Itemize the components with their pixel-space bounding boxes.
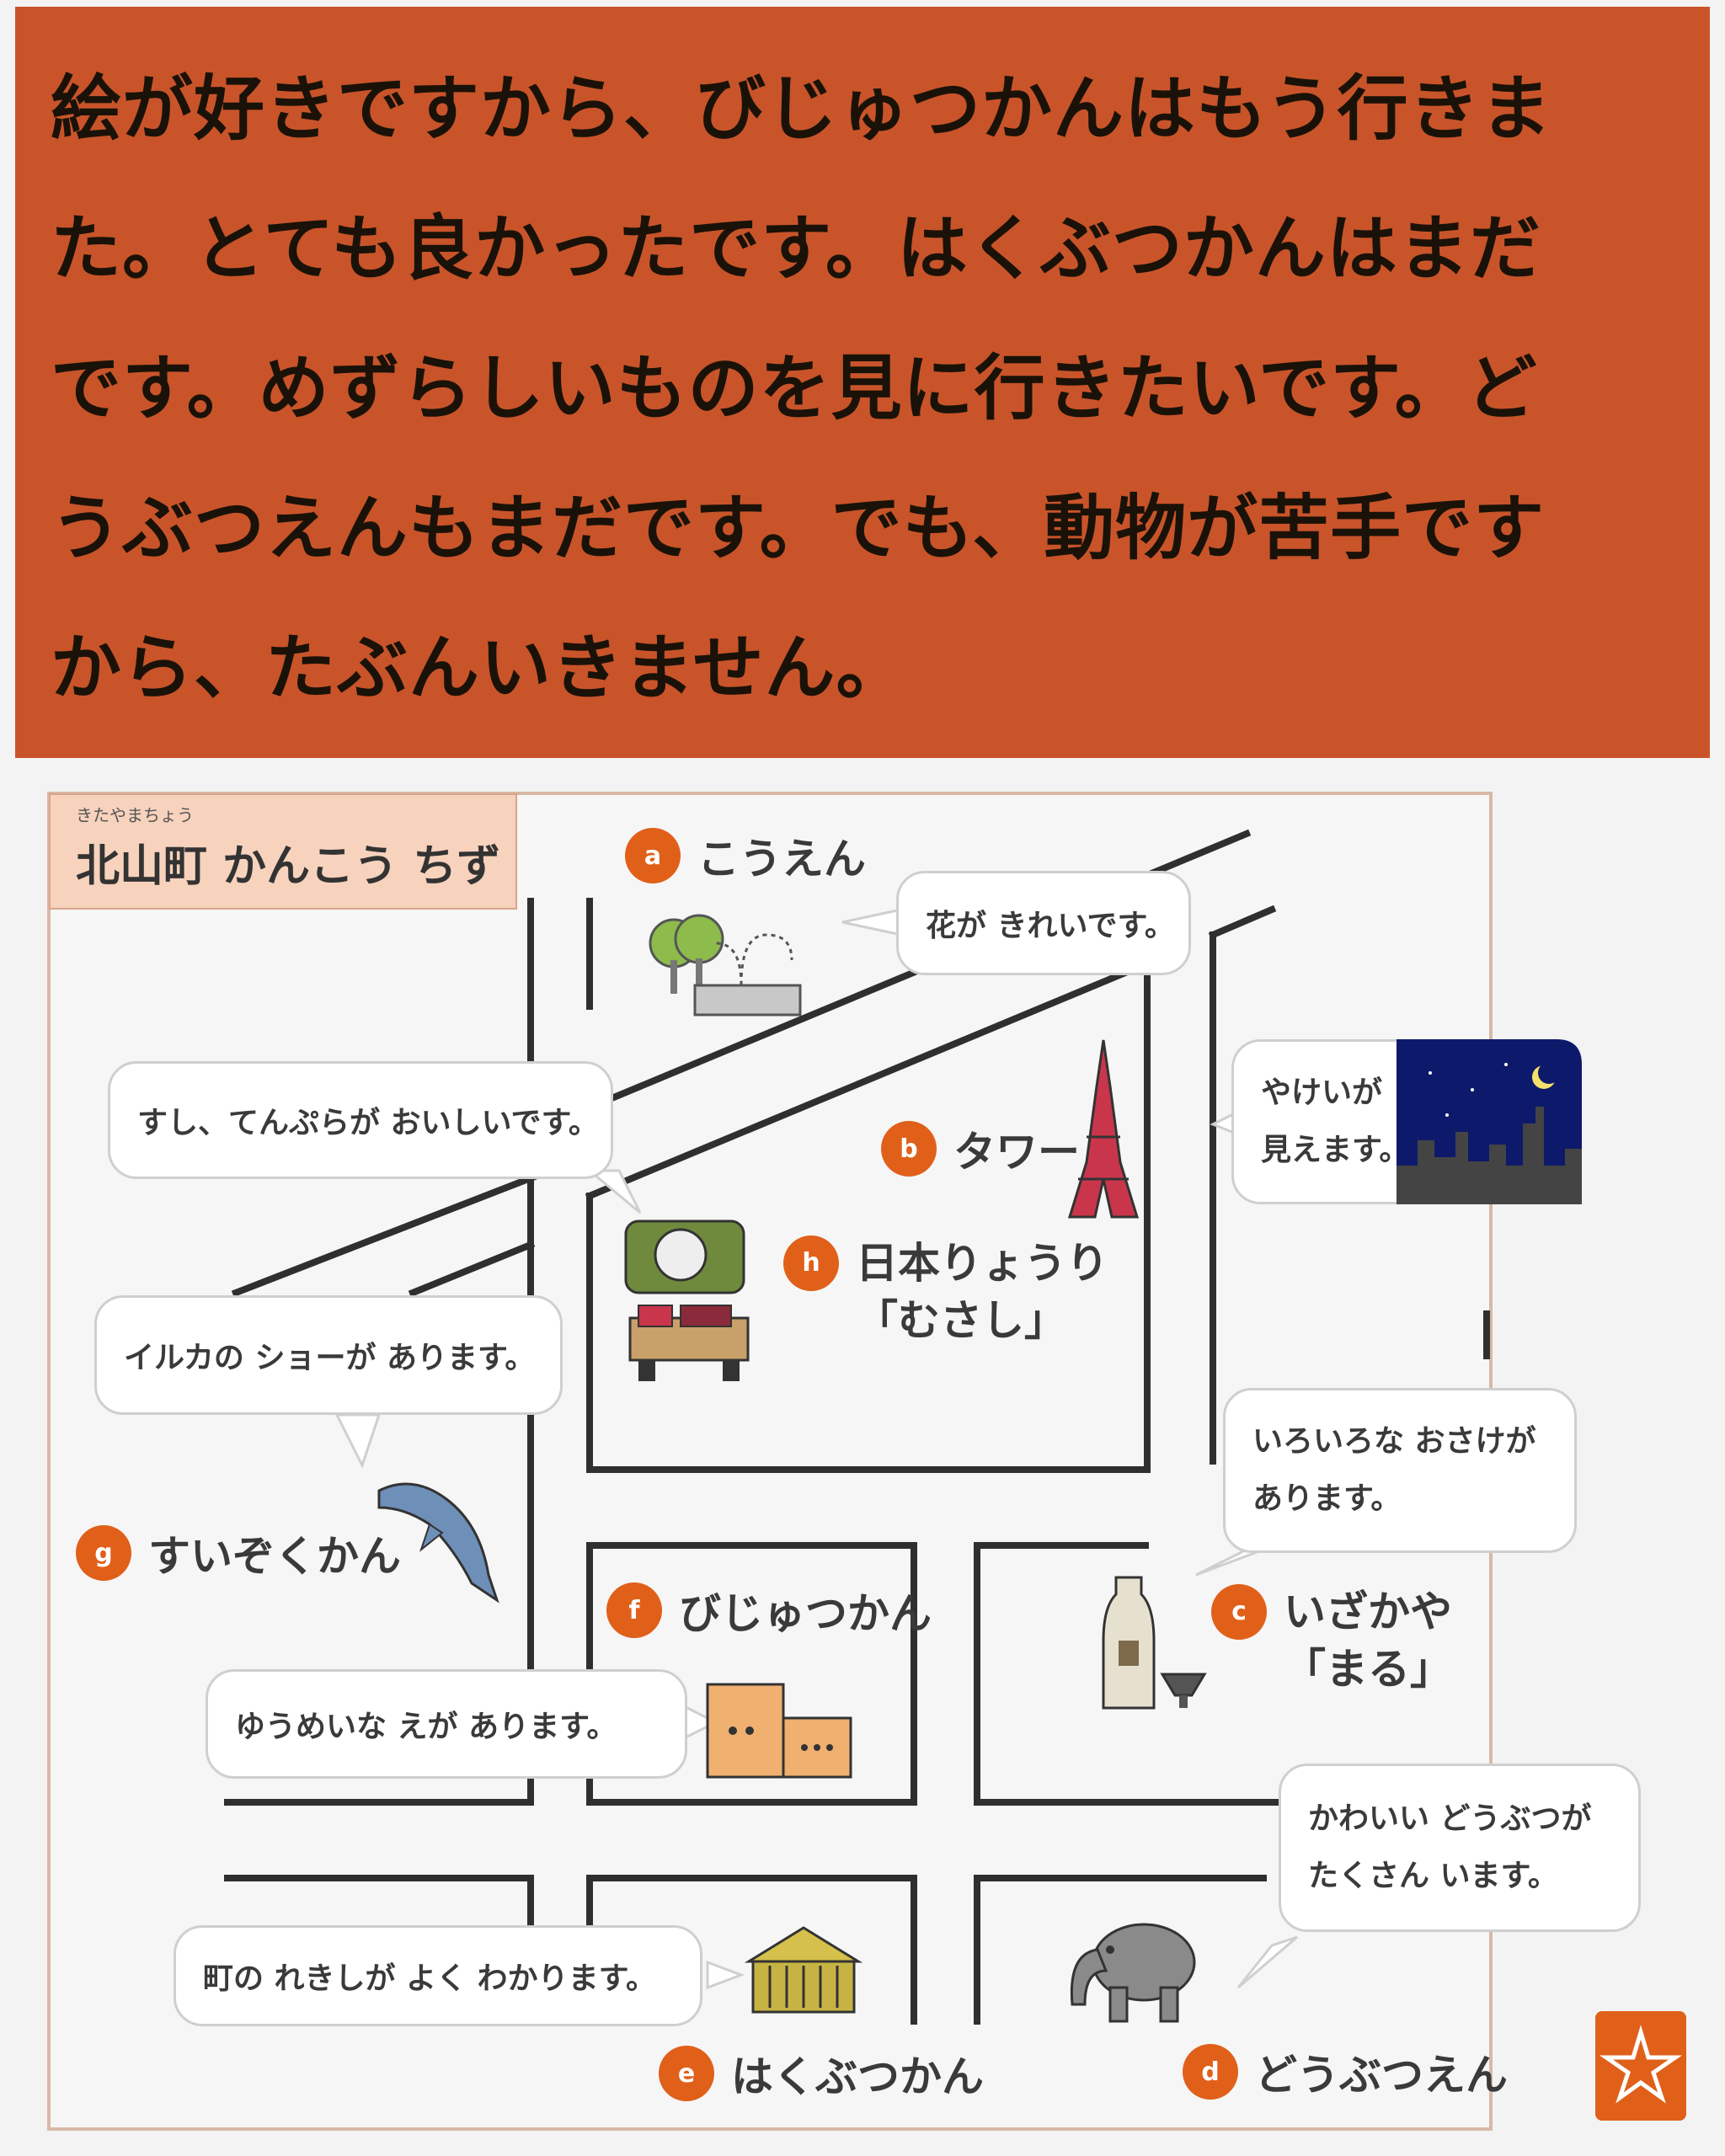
elephant-icon [1070,1923,1196,2023]
place-a-comment: 花が きれいです。 [896,871,1191,975]
map-title: 北山町 かんこう ちず [76,841,501,892]
marker-e: e [659,2046,714,2101]
place-e-name: はくぶつかん [731,2052,984,2101]
place-c-name-line2: 「まる」 [1284,1645,1452,1694]
place-h-name-line2: 「むさし」 [856,1296,1066,1345]
place-c-comment-line2: あります。 [1252,1481,1402,1516]
place-g-label: g すいぞくかん [76,1523,401,1583]
place-a-label: a こうえん [625,825,866,886]
place-a-name: こうえん [697,835,866,883]
marker-h: h [783,1235,839,1291]
place-d-label: d どうぶつえん [1183,2041,1508,2102]
place-c-comment-line1: いろいろな おさけが [1252,1424,1536,1459]
place-b-comment: やけいが 見えます。 [1231,1039,1409,1204]
place-c-comment: いろいろな おさけが あります。 [1223,1388,1577,1553]
place-b-comment-line1: やけいが [1261,1075,1383,1110]
tourist-map: きたやまちょう 北山町 かんこう ちず a こうえん 花が きれいです。 b タ… [0,0,1725,2156]
place-f-comment: ゆうめいな えが あります。 [206,1669,687,1779]
map-title-box: きたやまちょう 北山町 かんこう ちず [49,793,517,910]
place-f-label: f びじゅつかん [606,1580,932,1641]
place-d-comment: かわいい どうぶつが たくさん います。 [1279,1764,1641,1932]
place-e-label: e はくぶつかん [659,2043,984,2104]
sake-icon [1102,1576,1207,1710]
place-c-name-line1: いざかや [1284,1588,1452,1636]
marker-d: d [1183,2044,1238,2100]
place-b-label: b タワー [881,1118,1080,1179]
publisher-logo-icon [1595,2011,1686,2121]
history-museum-icon [745,1926,862,2014]
art-museum-icon [706,1683,852,1779]
place-h-label: h 日本りょうり 「むさし」 [783,1235,1108,1349]
place-d-name: どうぶつえん [1255,2051,1508,2100]
place-d-comment-line2: たくさん います。 [1308,1859,1558,1893]
marker-g: g [76,1525,131,1581]
place-g-name: すいぞくかん [148,1532,401,1581]
marker-a: a [625,828,681,883]
place-e-comment: 町の れきしが よく わかります。 [174,1925,702,2026]
tower-icon [1067,1039,1140,1219]
map-title-ruby: きたやまちょう [76,805,194,825]
place-h-name-line1: 日本りょうり [856,1239,1108,1288]
place-g-comment: イルカの ショーが あります。 [94,1295,563,1415]
place-f-name: びじゅつかん [679,1589,932,1638]
place-c-label: c いざかや 「まる」 [1211,1583,1452,1698]
marker-c: c [1211,1584,1267,1640]
marker-f: f [606,1582,662,1638]
place-b-comment-line2: 見えます。 [1261,1133,1410,1167]
park-icon [649,914,802,1017]
japanese-food-icon [624,1219,750,1381]
marker-b: b [881,1121,937,1177]
place-d-comment-line1: かわいい どうぶつが [1308,1801,1592,1836]
place-h-comment: すし、てんぷらが おいしいです。 [108,1061,613,1179]
night-view-icon [1397,1039,1582,1204]
